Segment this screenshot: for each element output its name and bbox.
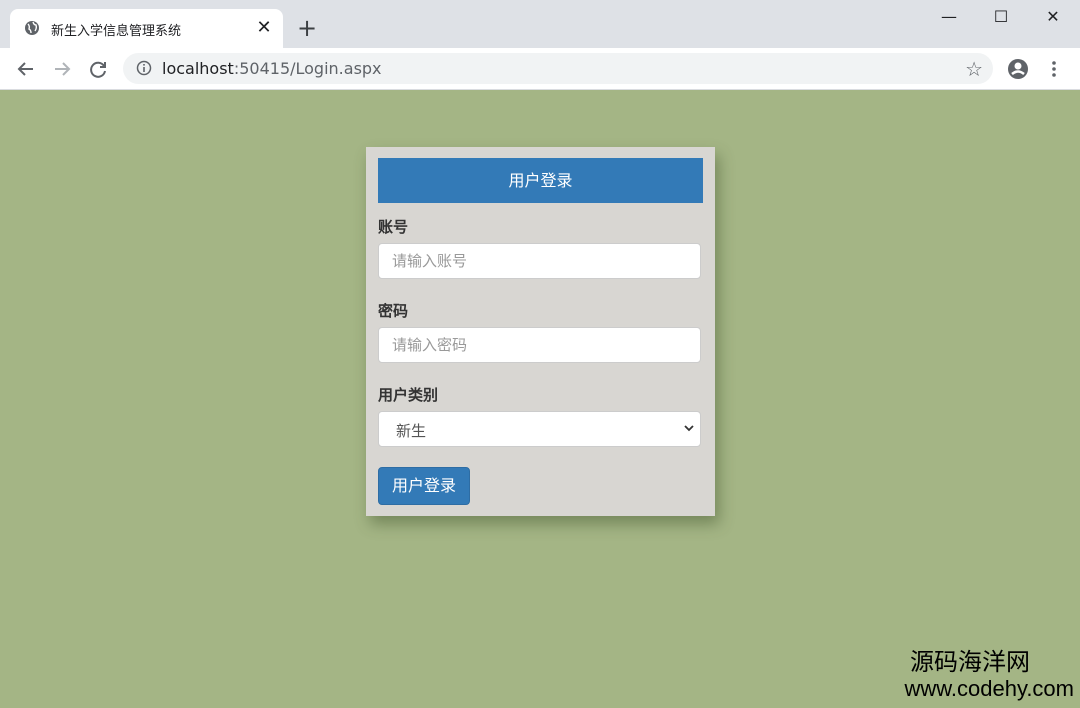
- browser-tab[interactable]: 新生入学信息管理系统 ✕: [10, 9, 283, 48]
- arrow-left-icon[interactable]: [12, 55, 40, 83]
- user-type-label: 用户类别: [378, 386, 439, 404]
- account-input[interactable]: [379, 244, 682, 278]
- arrow-right-icon[interactable]: [48, 55, 76, 83]
- plus-icon[interactable]: +: [294, 15, 320, 41]
- watermark-url: www.codehy.com: [904, 676, 1074, 701]
- url-path: :50415/Login.aspx: [233, 59, 382, 78]
- minimize-icon[interactable]: —: [925, 0, 973, 34]
- account-field-box: [378, 243, 701, 279]
- account-icon[interactable]: [1004, 55, 1032, 83]
- url-text: localhost:50415/Login.aspx: [162, 59, 382, 78]
- globe-icon: [25, 21, 39, 35]
- address-bar[interactable]: localhost:50415/Login.aspx ☆: [123, 53, 993, 84]
- user-type-selected: 新生: [396, 422, 427, 440]
- browser-window: 新生入学信息管理系统 ✕ + — ☐ ✕ localhost:50415/Log…: [0, 0, 1080, 708]
- star-icon[interactable]: ☆: [965, 57, 983, 81]
- login-button[interactable]: 用户登录: [378, 467, 470, 505]
- reload-icon[interactable]: [84, 55, 112, 83]
- watermark: 源码海洋网 www.codehy.com: [904, 648, 1074, 702]
- maximize-icon[interactable]: ☐: [977, 0, 1025, 34]
- url-host: localhost: [162, 59, 234, 78]
- watermark-name: 源码海洋网: [910, 648, 1030, 676]
- window-close-icon[interactable]: ✕: [1029, 0, 1077, 34]
- close-icon[interactable]: ✕: [254, 18, 274, 38]
- browser-toolbar: localhost:50415/Login.aspx ☆: [0, 48, 1080, 90]
- password-label: 密码: [378, 302, 409, 320]
- user-type-select[interactable]: 新生: [378, 411, 701, 447]
- tab-strip: 新生入学信息管理系统 ✕ + — ☐ ✕: [0, 0, 1080, 48]
- password-input[interactable]: [379, 328, 682, 362]
- chevron-down-icon: [684, 425, 694, 432]
- account-label: 账号: [378, 218, 409, 236]
- info-icon[interactable]: [136, 60, 152, 76]
- login-panel: 用户登录 账号 密码 用户类别 新生 用户登录: [366, 147, 715, 516]
- password-field-box: [378, 327, 701, 363]
- login-panel-title: 用户登录: [378, 158, 703, 203]
- tab-title: 新生入学信息管理系统: [51, 24, 182, 39]
- more-vert-icon[interactable]: [1040, 55, 1068, 83]
